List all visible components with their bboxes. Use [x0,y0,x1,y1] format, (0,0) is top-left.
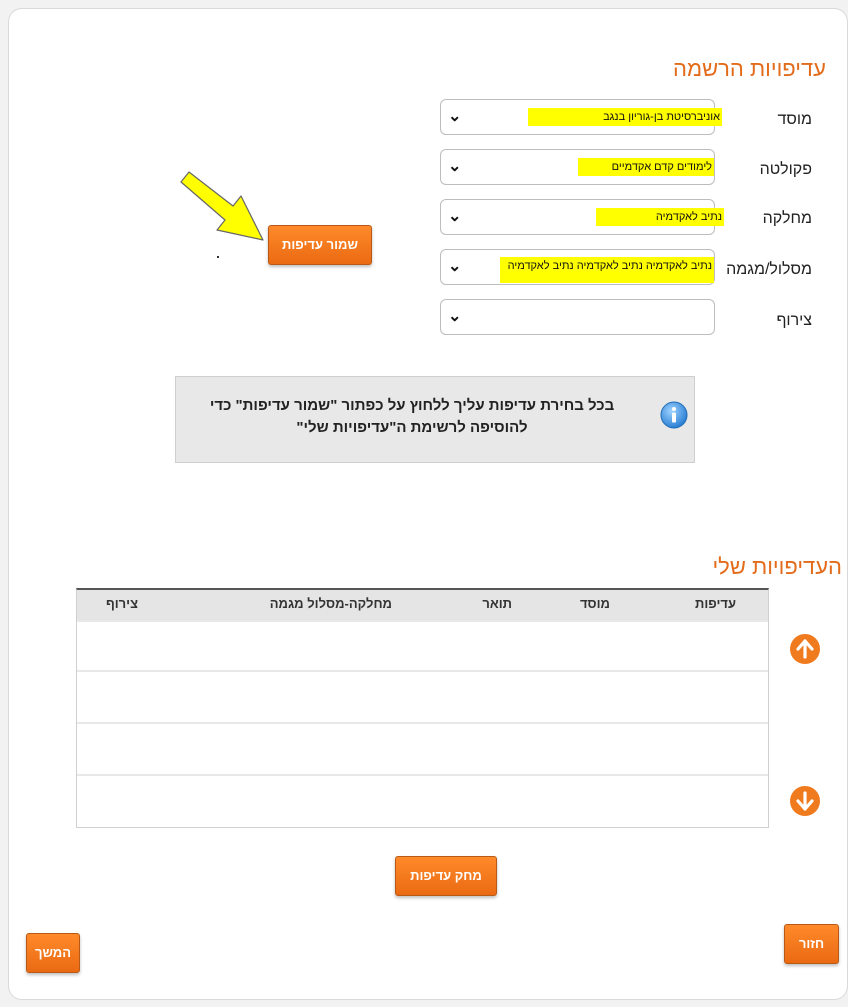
table-row[interactable] [77,620,768,668]
arrow-down-icon [796,791,814,811]
institution-label: מוסד [777,111,812,128]
stray-dot [217,256,219,258]
department-select[interactable]: ⌄ נתיב לאקדמיה [440,199,724,235]
continue-button[interactable]: המשך [26,933,80,973]
attachment-label: צירוף [776,312,812,329]
arrow-up-icon [796,639,814,659]
table-header: עדיפות מוסד תואר מחלקה-מסלול מגמה צירוף [77,590,768,620]
my-preferences-title: העדיפויות שלי [712,554,842,579]
chevron-down-icon: ⌄ [448,208,462,225]
preferences-table: עדיפות מוסד תואר מחלקה-מסלול מגמה צירוף [76,588,769,828]
faculty-value: לימודים קדם אקדמיים [578,158,714,176]
institution-select[interactable]: ⌄ אוניברסיטת בן-גוריון בנגב [440,99,722,135]
col-attachment: צירוף [105,596,138,611]
chevron-down-icon: ⌄ [448,258,462,275]
chevron-down-icon: ⌄ [448,108,462,125]
col-priority: עדיפות [695,596,736,611]
annotation-arrow-icon [180,171,264,241]
institution-value: אוניברסיטת בן-גוריון בנגב [528,108,722,126]
track-value: נתיב לאקדמיה נתיב לאקדמיה נתיב לאקדמיה [500,257,714,283]
track-label: מסלול/מגמה [726,261,812,278]
main-panel [8,8,848,1000]
attachment-select[interactable]: ⌄ [440,299,715,335]
delete-preference-button[interactable]: מחק עדיפות [395,856,497,896]
info-message: בכל בחירת עדיפות עליך ללחוץ על כפתור "שמ… [202,395,622,439]
table-row[interactable] [77,774,768,822]
registration-title: עדיפויות הרשמה [673,56,826,81]
faculty-select[interactable]: ⌄ לימודים קדם אקדמיים [440,149,715,185]
chevron-down-icon: ⌄ [448,158,462,175]
chevron-down-icon: ⌄ [448,308,462,325]
table-row[interactable] [77,670,768,718]
back-button[interactable]: חזור [784,924,839,964]
save-preference-button[interactable]: שמור עדיפות [268,225,372,265]
department-label: מחלקה [762,210,812,227]
info-line-1: בכל בחירת עדיפות עליך ללחוץ על כפתור "שמ… [209,397,615,414]
info-icon [660,401,688,429]
track-select[interactable]: ⌄ נתיב לאקדמיה נתיב לאקדמיה נתיב לאקדמיה [440,249,715,285]
col-institution: מוסד [579,596,610,611]
col-department-track: מחלקה-מסלול מגמה [269,596,392,611]
faculty-label: פקולטה [759,161,812,178]
move-up-button[interactable] [790,634,820,664]
info-box: בכל בחירת עדיפות עליך ללחוץ על כפתור "שמ… [175,376,695,463]
col-degree: תואר [482,596,512,611]
table-row[interactable] [77,722,768,770]
department-value: נתיב לאקדמיה [596,208,724,226]
move-down-button[interactable] [790,786,820,816]
info-line-2: להוסיפה לרשימת ה"עדיפויות שלי" [296,419,528,436]
